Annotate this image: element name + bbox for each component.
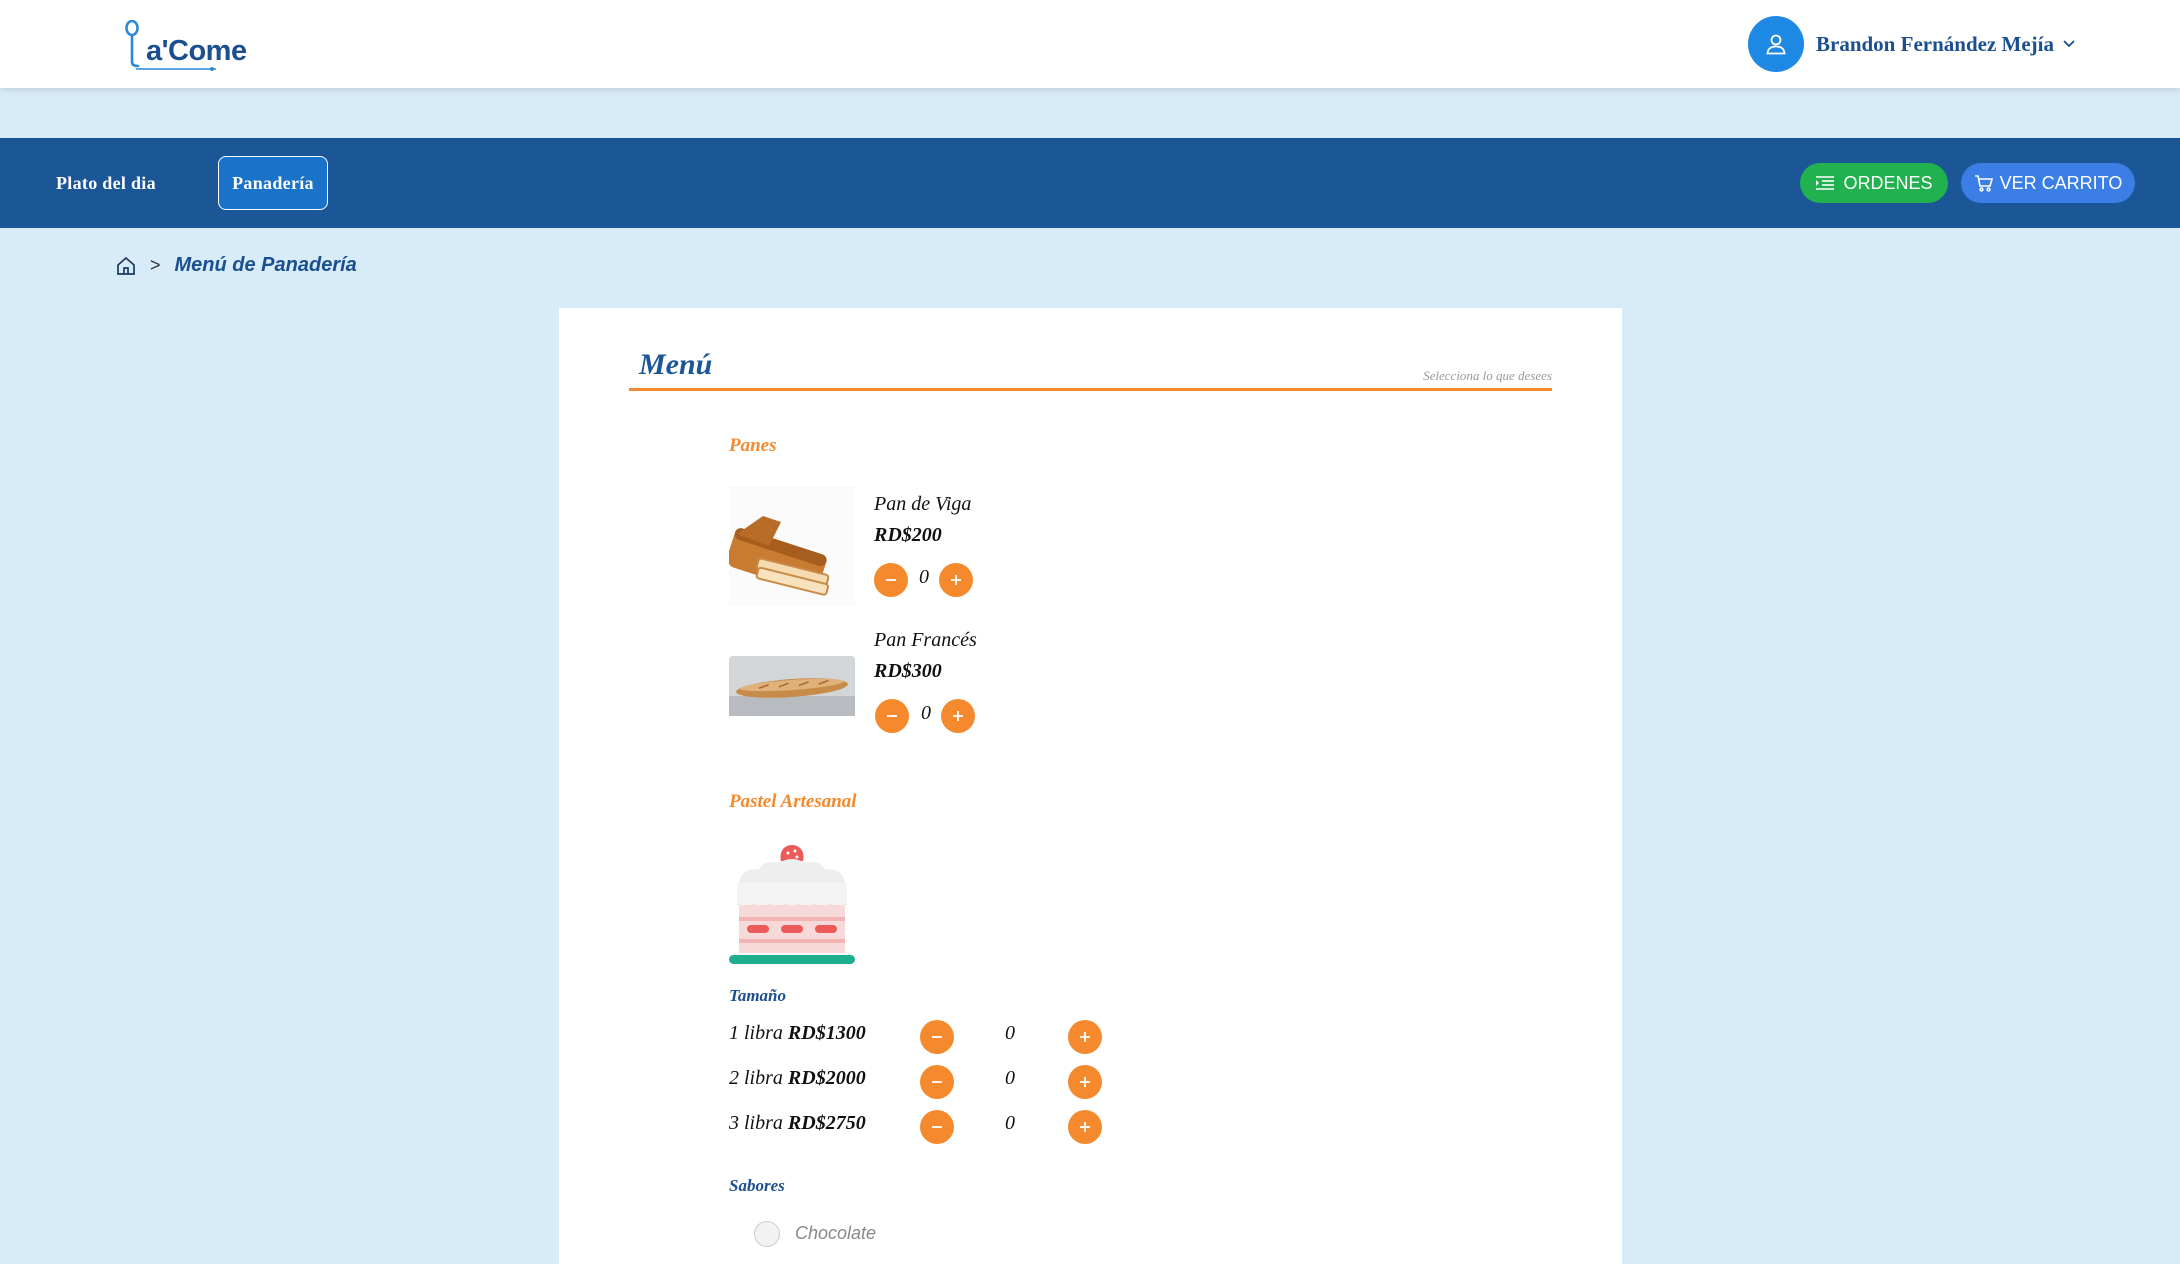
minus-icon: [932, 1126, 942, 1128]
size-option: 1 libra RD$1300: [729, 1022, 866, 1045]
menu-card: Menú Selecciona lo que desees Panes Pan …: [559, 308, 1622, 1264]
cart-icon: [1974, 175, 1993, 192]
increase-quantity-button[interactable]: [941, 699, 975, 733]
nav-bar: Plato del dia Panadería ORDENES VER CARR…: [0, 138, 2180, 228]
size-name: 3 libra: [729, 1112, 783, 1134]
user-menu[interactable]: Brandon Fernández Mejía: [1748, 16, 2076, 72]
size-price: RD$1300: [787, 1022, 866, 1044]
plus-icon: [1080, 1122, 1090, 1132]
decrease-quantity-button[interactable]: [920, 1020, 954, 1054]
logo-underline: [136, 67, 216, 71]
quantity-value: 0: [1005, 1112, 1015, 1134]
product-name: Pan Francés: [874, 629, 977, 651]
decrease-quantity-button[interactable]: [920, 1110, 954, 1144]
quantity-value: 0: [1005, 1067, 1015, 1089]
menu-subtitle: Selecciona lo que desees: [1423, 368, 1552, 383]
chevron-down-icon[interactable]: [2062, 39, 2076, 49]
orders-button[interactable]: ORDENES: [1800, 163, 1948, 203]
flavor-option-label: Chocolate: [795, 1223, 877, 1243]
spoon-icon: [125, 20, 140, 68]
flavors-label: Sabores: [729, 1176, 785, 1195]
decrease-quantity-button[interactable]: [875, 699, 909, 733]
flavor-radio-chocolate[interactable]: [754, 1221, 780, 1247]
increase-quantity-button[interactable]: [1068, 1020, 1102, 1054]
app-logo[interactable]: a'Come: [124, 18, 247, 71]
section-title-pastel-artesanal: Pastel Artesanal: [729, 791, 857, 812]
size-price: RD$2000: [787, 1067, 866, 1089]
size-label: Tamaño: [729, 986, 787, 1005]
quantity-value: 0: [1005, 1022, 1015, 1044]
decrease-quantity-button[interactable]: [874, 563, 908, 597]
menu-title: Menú: [639, 348, 713, 381]
plus-icon: [1080, 1077, 1090, 1087]
plus-icon: [1080, 1032, 1090, 1042]
minus-icon: [932, 1081, 942, 1083]
view-cart-button-label: VER CARRITO: [1999, 172, 2123, 193]
avatar[interactable]: [1748, 16, 1804, 72]
list-icon: [1816, 176, 1835, 190]
cake-icon: [729, 843, 855, 968]
size-option: 3 libra RD$2750: [729, 1112, 866, 1135]
breadcrumb-current: Menú de Panadería: [174, 254, 357, 276]
product-price: RD$300: [874, 660, 942, 682]
size-price: RD$2750: [787, 1112, 866, 1134]
breadcrumb: > Menú de Panadería: [116, 254, 357, 277]
section-title-panes: Panes: [729, 435, 777, 456]
user-icon: [1766, 34, 1786, 55]
minus-icon: [886, 579, 896, 581]
plus-icon: [951, 575, 961, 585]
increase-quantity-button[interactable]: [1068, 1065, 1102, 1099]
logo-text: a'Come: [146, 35, 247, 67]
breadcrumb-separator: >: [150, 255, 161, 275]
nav-link-panaderia[interactable]: Panadería: [218, 156, 328, 210]
size-name: 1 libra: [729, 1022, 783, 1044]
quantity-value: 0: [919, 566, 929, 588]
increase-quantity-button[interactable]: [939, 563, 973, 597]
sliced-bread-image: [729, 486, 855, 606]
decrease-quantity-button[interactable]: [920, 1065, 954, 1099]
product-image-pan-de-viga: [729, 486, 855, 606]
minus-icon: [887, 715, 897, 717]
top-bar: a'Come Brandon Fernández Mejía: [0, 0, 2180, 88]
product-price: RD$200: [874, 524, 942, 546]
size-option: 2 libra RD$2000: [729, 1067, 866, 1090]
minus-icon: [932, 1036, 942, 1038]
user-name[interactable]: Brandon Fernández Mejía: [1816, 32, 2054, 57]
menu-divider: [629, 388, 1552, 391]
size-name: 2 libra: [729, 1067, 783, 1089]
quantity-value: 0: [921, 702, 931, 724]
home-icon[interactable]: [116, 256, 136, 276]
plus-icon: [953, 711, 963, 721]
orders-button-label: ORDENES: [1843, 172, 1933, 193]
increase-quantity-button[interactable]: [1068, 1110, 1102, 1144]
baguette-image: [729, 656, 855, 716]
product-image-pan-frances: [729, 656, 855, 716]
nav-link-plato-del-dia[interactable]: Plato del dia: [56, 160, 156, 206]
product-name: Pan de Viga: [874, 493, 972, 515]
view-cart-button[interactable]: VER CARRITO: [1961, 163, 2135, 203]
